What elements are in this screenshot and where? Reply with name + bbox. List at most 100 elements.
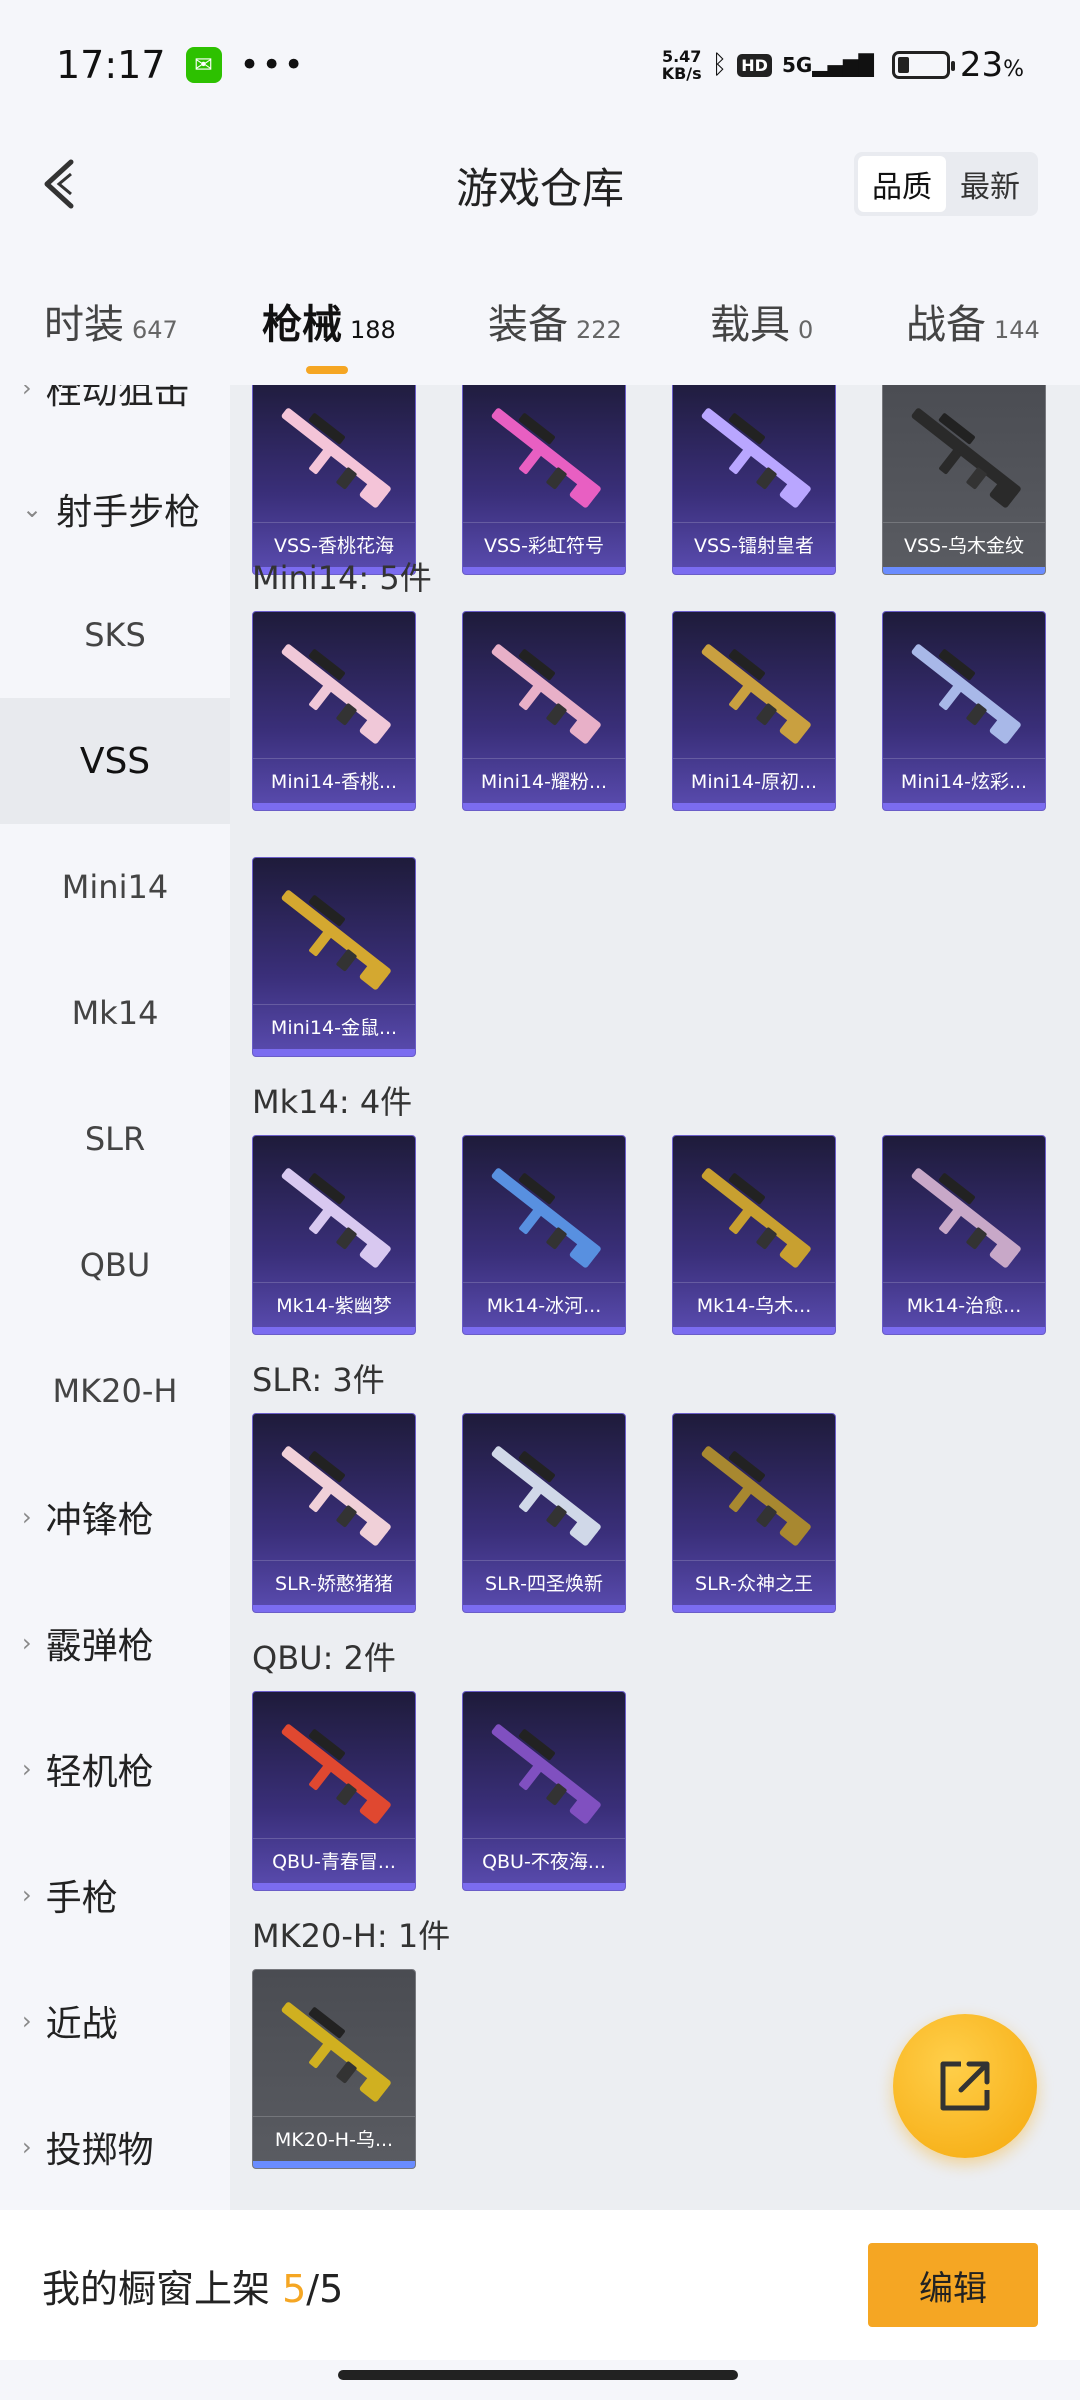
rarity-bar	[883, 567, 1045, 574]
weapon-category-sidebar: › 栓动狙击 ⌄ 射手步枪 SKS VSS Mini14 Mk14 SLR QBU …	[0, 385, 230, 2215]
weapon-skin-card[interactable]: VSS-香桃花海	[252, 385, 416, 575]
rarity-bar	[883, 1327, 1045, 1334]
weapon-skin-card[interactable]: VSS-镭射皇者	[672, 385, 836, 575]
weapon-skin-card[interactable]: SLR-众神之王	[672, 1413, 836, 1613]
wechat-notification-icon: ✉	[185, 47, 222, 83]
sidebar-item-throwable[interactable]: › 投掷物	[0, 2084, 230, 2210]
weapon-skin-card[interactable]: Mini14-炫彩...	[882, 611, 1046, 811]
sidebar-item-label: 近战	[45, 2004, 118, 2045]
edit-button[interactable]: 编辑	[868, 2243, 1038, 2327]
weapon-skin-card[interactable]: MK20-H-乌...	[252, 1969, 416, 2169]
weapon-grid: VSS-香桃花海 VSS-彩虹符号 VSS-镭射皇者 VSS-乌木金纹 Mini14: …	[230, 385, 1080, 2215]
rifle-icon	[281, 644, 391, 744]
weapon-skin-name: Mini14-原初...	[673, 758, 835, 802]
battery-percent-unit: %	[1003, 57, 1024, 82]
rifle-icon	[491, 408, 601, 508]
rarity-bar	[253, 1327, 415, 1334]
weapon-skin-name: Mini14-香桃...	[253, 758, 415, 802]
sidebar-item-lmg[interactable]: › 轻机枪	[0, 1706, 230, 1832]
sidebar-item-shotgun[interactable]: › 霰弹枪	[0, 1580, 230, 1706]
tab-count: 222	[576, 316, 622, 344]
tab-guns[interactable]: 枪械 188	[262, 292, 396, 374]
weapon-skin-card[interactable]: Mk14-治愈...	[882, 1135, 1046, 1335]
share-icon	[940, 2061, 990, 2111]
sidebar-item-dmr[interactable]: ⌄ 射手步枪	[0, 446, 230, 572]
back-arrow-icon[interactable]	[28, 154, 88, 214]
tab-fashion[interactable]: 时装 647	[44, 292, 178, 350]
rarity-bar	[463, 803, 625, 810]
rarity-bar	[253, 2161, 415, 2168]
weapon-skin-card[interactable]: Mk14-乌木...	[672, 1135, 836, 1335]
rarity-bar	[253, 803, 415, 810]
sidebar-item-mk14[interactable]: Mk14	[0, 950, 230, 1076]
tab-vehicles[interactable]: 载具 0	[710, 292, 813, 350]
showcase-label: 我的橱窗上架	[42, 2266, 271, 2311]
chevron-right-icon: ›	[22, 2133, 32, 2161]
weapon-skin-name: SLR-娇憨猪猪	[253, 1560, 415, 1604]
weapon-skin-name: QBU-不夜海...	[463, 1838, 625, 1882]
home-indicator[interactable]	[338, 2370, 738, 2380]
chevron-right-icon: ›	[22, 1755, 32, 1783]
sidebar-item-sks[interactable]: SKS	[0, 572, 230, 698]
weapon-skin-card[interactable]: SLR-娇憨猪猪	[252, 1413, 416, 1613]
tab-equipment[interactable]: 装备 222	[488, 292, 622, 350]
weapon-skin-card[interactable]: QBU-不夜海...	[462, 1691, 626, 1891]
bluetooth-icon: ᛒ	[711, 50, 728, 80]
sort-newest-button[interactable]: 最新	[946, 156, 1034, 212]
tab-count: 188	[350, 316, 396, 344]
weapon-skin-name: Mini14-耀粉...	[463, 758, 625, 802]
chevron-right-icon: ›	[22, 385, 32, 402]
sidebar-item-qbu[interactable]: QBU	[0, 1202, 230, 1328]
rifle-icon	[701, 1446, 811, 1546]
weapon-skin-card[interactable]: Mk14-冰河...	[462, 1135, 626, 1335]
sidebar-item-smg[interactable]: › 冲锋枪	[0, 1454, 230, 1580]
network-speed-unit: KB/s	[661, 64, 702, 83]
chevron-right-icon: ›	[22, 1503, 32, 1531]
network-speed-value: 5.47	[661, 47, 702, 66]
battery-percent-value: 23	[959, 45, 1004, 85]
rarity-bar	[883, 803, 1045, 810]
sidebar-item-label: 投掷物	[45, 2130, 154, 2171]
sidebar-item-vss[interactable]: VSS	[0, 698, 230, 824]
weapon-skin-name: Mini14-金鼠...	[253, 1004, 415, 1048]
weapon-skin-card[interactable]: Mini14-原初...	[672, 611, 836, 811]
rifle-icon	[491, 644, 601, 744]
tab-count: 647	[132, 316, 178, 344]
weapon-skin-card[interactable]: Mk14-紫幽梦	[252, 1135, 416, 1335]
weapon-skin-card[interactable]: Mini14-金鼠...	[252, 857, 416, 1057]
weapon-skin-name: Mini14-炫彩...	[883, 758, 1045, 802]
sidebar-item-melee[interactable]: › 近战	[0, 1958, 230, 2084]
sidebar-item-pistol[interactable]: › 手枪	[0, 1832, 230, 1958]
sidebar-item-label: 栓动狙击	[45, 385, 190, 412]
sidebar-item-mk20h[interactable]: MK20-H	[0, 1328, 230, 1454]
weapon-skin-card[interactable]: Mini14-耀粉...	[462, 611, 626, 811]
sort-quality-button[interactable]: 品质	[858, 156, 946, 212]
share-button[interactable]	[893, 2014, 1037, 2158]
rarity-bar	[673, 1327, 835, 1334]
weapon-skin-card[interactable]: QBU-青春冒...	[252, 1691, 416, 1891]
battery-fill	[897, 57, 909, 73]
tab-label: 战备	[906, 302, 986, 348]
hd-icon: HD	[737, 53, 772, 77]
tab-gear[interactable]: 战备 144	[906, 292, 1040, 350]
chevron-down-icon: ⌄	[22, 495, 43, 523]
rarity-bar	[463, 567, 625, 574]
rifle-icon	[281, 1446, 391, 1546]
weapon-skin-card[interactable]: Mini14-香桃...	[252, 611, 416, 811]
weapon-skin-card[interactable]: VSS-乌木金纹	[882, 385, 1046, 575]
sidebar-item-bolt-sniper[interactable]: › 栓动狙击	[0, 385, 230, 451]
status-time: 17:17	[56, 43, 166, 87]
rarity-bar	[463, 1883, 625, 1890]
weapon-skin-name: QBU-青春冒...	[253, 1838, 415, 1882]
weapon-skin-card[interactable]: VSS-彩虹符号	[462, 385, 626, 575]
battery-percent: 23%	[960, 45, 1024, 85]
page-title: 游戏仓库	[455, 163, 624, 213]
rifle-icon	[281, 1724, 391, 1824]
rarity-bar	[673, 567, 835, 574]
sidebar-item-slr[interactable]: SLR	[0, 1076, 230, 1202]
sidebar-item-mini14[interactable]: Mini14	[0, 824, 230, 950]
rifle-icon	[491, 1724, 601, 1824]
weapon-skin-card[interactable]: SLR-四圣焕新	[462, 1413, 626, 1613]
signal-label: 5G	[781, 53, 813, 77]
section-title: Mk14: 4件	[252, 1083, 413, 1121]
